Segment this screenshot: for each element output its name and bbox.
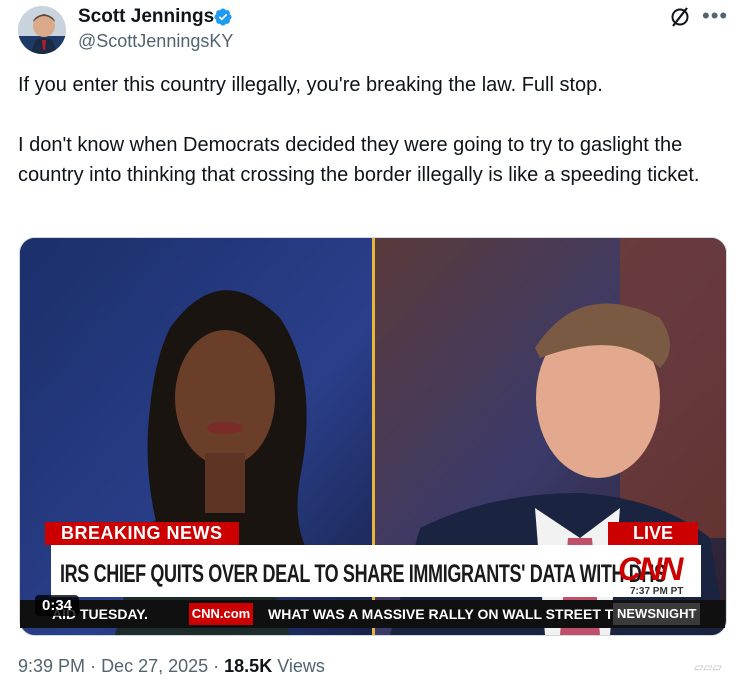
author-handle[interactable]: @ScottJenningsKY [78,31,233,52]
video-duration: 0:34 [35,595,80,616]
separator: · [213,656,225,676]
views-label: Views [277,656,325,676]
grok-icon[interactable] [668,5,692,29]
author-name[interactable]: Scott Jennings [78,6,214,28]
live-label: LIVE [608,522,698,545]
chyron-headline: IRS CHIEF QUITS OVER DEAL TO SHARE IMMIG… [60,560,666,588]
separator: · [90,656,102,676]
views-count: 18.5K [224,656,273,676]
ticker-cnn-site: CNN.com [189,603,253,625]
tweet-paragraph: I don't know when Democrats decided they… [18,134,700,186]
tweet-text: If you enter this country illegally, you… [18,70,734,190]
watermark-icon: ▱▱▱ [694,660,722,674]
ticker-right-text: WHAT WAS A MASSIVE RALLY ON WALL STREET … [268,606,634,622]
breaking-news-label: BREAKING NEWS [45,522,239,545]
avatar[interactable] [18,6,66,54]
broadcast-time: 7:37 PM PT [630,586,684,597]
more-icon[interactable]: ••• [702,3,728,29]
cnn-logo: CNN [618,551,683,587]
tweet-date[interactable]: Dec 27, 2025 [101,656,208,676]
tweet-paragraph: If you enter this country illegally, you… [18,74,603,96]
verified-badge-icon [214,8,232,26]
tweet-meta: 9:39 PM · Dec 27, 2025 · 18.5K Views [18,656,325,677]
show-name: NEWSNIGHT [613,603,701,625]
tweet-time[interactable]: 9:39 PM [18,656,85,676]
